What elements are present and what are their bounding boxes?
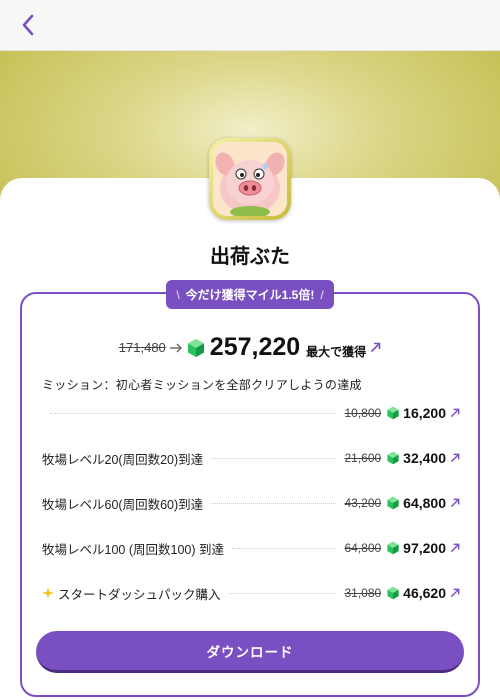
external-link-icon[interactable]	[450, 543, 460, 553]
max-earn-label: 最大で獲得	[306, 345, 367, 359]
mission-old-value: 43,200	[344, 496, 382, 510]
mission-intro: ミッション：初心者ミッションを全部クリアしようの達成	[42, 378, 362, 392]
mission-new-value: 46,620	[403, 585, 446, 601]
gem-icon	[387, 586, 399, 600]
leader-dots	[228, 592, 337, 594]
gem-icon	[387, 451, 399, 465]
chevron-left-icon	[22, 14, 34, 36]
mission-old-value: 64,800	[344, 541, 382, 555]
mission-old-value: 10,800	[344, 406, 382, 420]
leader-dots	[211, 502, 337, 504]
mission-old-value: 21,600	[344, 451, 382, 465]
new-total: 257,220	[209, 333, 301, 361]
mission-row: 牧場レベル100 (周回数100) 到達 64,800 97,200	[42, 538, 460, 558]
bonus-badge: \ 今だけ獲得マイル1.5倍! /	[166, 280, 334, 309]
top-bar	[0, 0, 500, 51]
mission-new-value: 97,200	[403, 540, 446, 556]
external-link-icon[interactable]	[450, 498, 460, 508]
mission-label: 牧場レベル60(周回数60)到達	[42, 497, 204, 512]
gem-icon	[187, 338, 204, 357]
app-title: 出荷ぶた	[210, 246, 290, 268]
mission-new-value: 64,800	[403, 495, 446, 511]
mission-row: スタートダッシュパック購入 31,080 46,620	[42, 583, 460, 603]
badge-left-mark: \	[176, 287, 180, 302]
mission-row: 牧場レベル60(周回数60)到達 43,200 64,800	[42, 493, 460, 513]
leader-dots	[231, 547, 337, 549]
gem-icon	[387, 406, 399, 420]
mission-row: 10,800 16,200	[42, 403, 460, 423]
arrow-right-icon	[169, 343, 182, 352]
pig-app-icon	[213, 142, 287, 216]
mission-new-value: 32,400	[403, 450, 446, 466]
badge-text: 今だけ獲得マイル1.5倍!	[185, 288, 315, 302]
mission-label: 牧場レベル100 (周回数100) 到達	[42, 542, 224, 557]
gem-icon	[387, 541, 399, 555]
old-total: 171,480	[118, 340, 166, 355]
leader-dots	[211, 457, 337, 459]
sparkle-icon	[42, 587, 54, 599]
gem-icon	[387, 496, 399, 510]
external-link-icon[interactable]	[450, 453, 460, 463]
total-reward: 171,480 257,220 最大で獲得	[0, 333, 500, 362]
back-button[interactable]	[16, 12, 42, 38]
mission-label: 牧場レベル20(周回数20)到達	[42, 452, 204, 467]
app-icon	[209, 138, 291, 220]
leader-dots	[50, 412, 337, 414]
download-button[interactable]: ダウンロード	[36, 631, 464, 673]
mission-old-value: 31,080	[344, 586, 382, 600]
external-link-icon[interactable]	[450, 588, 460, 598]
badge-right-mark: /	[320, 287, 324, 302]
external-link-icon[interactable]	[370, 342, 381, 353]
mission-label: スタートダッシュパック購入	[58, 587, 221, 602]
external-link-icon[interactable]	[450, 408, 460, 418]
mission-row: 牧場レベル20(周回数20)到達 21,600 32,400	[42, 448, 460, 468]
mission-new-value: 16,200	[403, 405, 446, 421]
